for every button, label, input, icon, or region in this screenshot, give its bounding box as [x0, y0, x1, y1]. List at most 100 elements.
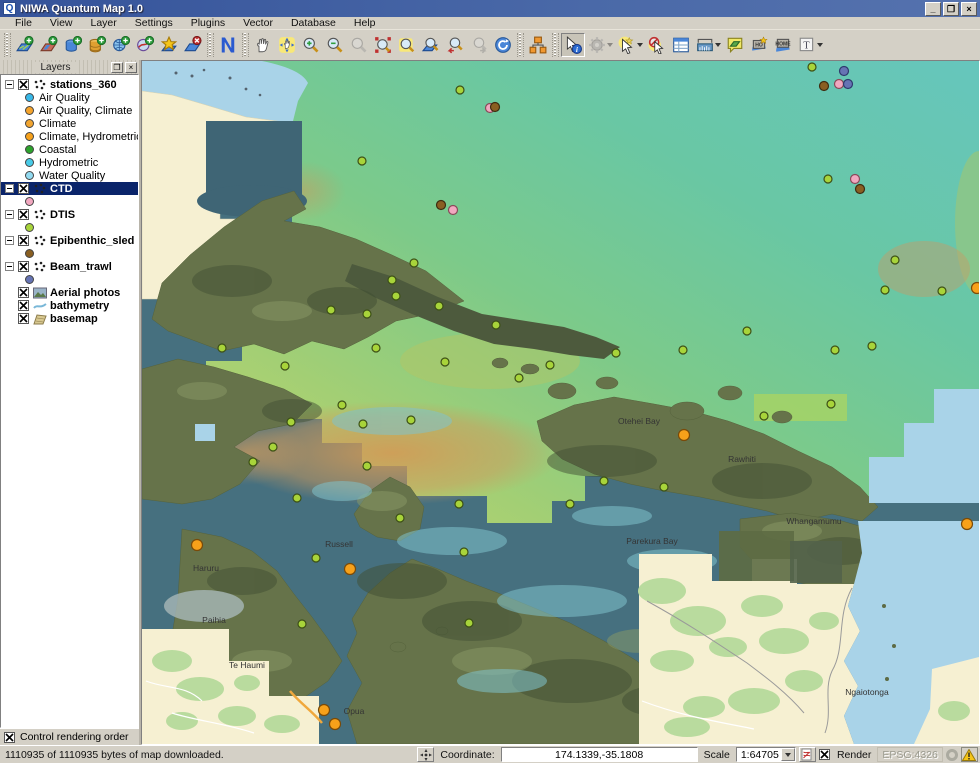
layer-visibility-checkbox[interactable]	[18, 300, 29, 311]
zoom-last-button[interactable]	[443, 33, 467, 57]
legend-row[interactable]: Hydrometric	[1, 156, 138, 169]
dtis-station-point[interactable]	[455, 500, 463, 508]
layer-visibility-checkbox[interactable]	[18, 313, 29, 324]
zoom-full-extent-button[interactable]	[371, 33, 395, 57]
dtis-station-point[interactable]	[281, 362, 289, 370]
dtis-station-point[interactable]	[743, 327, 751, 335]
layer-row-stations-360[interactable]: stations_360	[1, 78, 138, 91]
epibenthic-station-point[interactable]	[437, 201, 446, 210]
dtis-station-point[interactable]	[359, 420, 367, 428]
layer-row-ctd[interactable]: CTD	[1, 182, 138, 195]
open-attribute-table-button[interactable]	[669, 33, 693, 57]
layer-visibility-checkbox[interactable]	[18, 261, 29, 272]
zoom-native-button[interactable]	[347, 33, 371, 57]
stations-station-point[interactable]	[345, 564, 356, 575]
dtis-station-point[interactable]	[293, 494, 301, 502]
dtis-station-point[interactable]	[546, 361, 554, 369]
scale-dropdown-icon[interactable]	[781, 748, 795, 761]
coordinate-capture-icon[interactable]	[417, 747, 434, 762]
dtis-station-point[interactable]	[760, 412, 768, 420]
show-bookmarks-button[interactable]: HOME	[771, 33, 795, 57]
ctd-station-point[interactable]	[449, 206, 458, 215]
dtis-station-point[interactable]	[388, 276, 396, 284]
legend-row[interactable]: Coastal	[1, 143, 138, 156]
add-wfs-layer-button[interactable]	[133, 33, 157, 57]
toolbar-grip[interactable]	[552, 33, 559, 57]
ctd-station-point[interactable]	[835, 80, 844, 89]
beam-station-point[interactable]	[840, 67, 849, 76]
coordinate-field[interactable]: 174.1339,-35.1808	[501, 747, 698, 762]
add-wms-layer-button[interactable]	[109, 33, 133, 57]
add-database-layer-button[interactable]	[61, 33, 85, 57]
dtis-station-point[interactable]	[407, 416, 415, 424]
dtis-station-point[interactable]	[891, 256, 899, 264]
dtis-station-point[interactable]	[363, 310, 371, 318]
toolbar-grip[interactable]	[242, 33, 249, 57]
scale-combobox[interactable]: 1:64705	[736, 747, 796, 762]
dtis-station-point[interactable]	[441, 358, 449, 366]
dtis-station-point[interactable]	[269, 443, 277, 451]
dtis-station-point[interactable]	[312, 554, 320, 562]
new-shapefile-button[interactable]	[157, 33, 181, 57]
dtis-station-point[interactable]	[287, 418, 295, 426]
beam-station-point[interactable]	[844, 80, 853, 89]
dtis-station-point[interactable]	[938, 287, 946, 295]
dtis-station-point[interactable]	[868, 342, 876, 350]
minimize-button[interactable]: _	[925, 2, 941, 16]
zoom-next-button[interactable]	[467, 33, 491, 57]
niwa-logo-button[interactable]	[216, 33, 240, 57]
toolbar-grip[interactable]	[4, 33, 11, 57]
layer-visibility-checkbox[interactable]	[18, 79, 29, 90]
legend-row[interactable]: Water Quality	[1, 169, 138, 182]
layer-visibility-checkbox[interactable]	[18, 183, 29, 194]
dtis-station-point[interactable]	[298, 620, 306, 628]
menu-plugins[interactable]: Plugins	[182, 17, 234, 29]
toolbar-grip[interactable]	[517, 33, 524, 57]
remove-layer-button[interactable]	[181, 33, 205, 57]
dtis-station-point[interactable]	[249, 458, 257, 466]
tree-expander-icon[interactable]	[5, 210, 14, 219]
tree-expander-icon[interactable]	[5, 236, 14, 245]
render-checkbox[interactable]	[819, 749, 830, 760]
new-bookmark-button[interactable]: HO	[747, 33, 771, 57]
legend-row[interactable]	[1, 273, 138, 286]
toolbar-grip[interactable]	[207, 33, 214, 57]
menu-vector[interactable]: Vector	[234, 17, 282, 29]
menu-help[interactable]: Help	[345, 17, 385, 29]
legend-row[interactable]: Climate	[1, 117, 138, 130]
projection-icon[interactable]	[946, 749, 958, 761]
dtis-station-point[interactable]	[660, 483, 668, 491]
dtis-station-point[interactable]	[831, 346, 839, 354]
measure-button[interactable]	[693, 33, 723, 57]
dtis-station-point[interactable]	[827, 400, 835, 408]
select-features-button[interactable]	[615, 33, 645, 57]
pan-to-selection-button[interactable]	[275, 33, 299, 57]
map-tips-button[interactable]	[723, 33, 747, 57]
dtis-station-point[interactable]	[435, 302, 443, 310]
dtis-station-point[interactable]	[456, 86, 464, 94]
log-messages-button[interactable]	[961, 747, 978, 762]
legend-row[interactable]	[1, 221, 138, 234]
dtis-station-point[interactable]	[679, 346, 687, 354]
panel-close-icon[interactable]: ×	[125, 62, 137, 73]
tree-expander-icon[interactable]	[5, 262, 14, 271]
dtis-station-point[interactable]	[600, 477, 608, 485]
dtis-station-point[interactable]	[515, 374, 523, 382]
dtis-station-point[interactable]	[808, 63, 816, 71]
menu-file[interactable]: File	[6, 17, 41, 29]
identify-features-button[interactable]: i	[561, 33, 585, 57]
layer-row-dtis[interactable]: DTIS	[1, 208, 138, 221]
text-annotation-button[interactable]: T	[795, 33, 825, 57]
stations-station-point[interactable]	[330, 719, 341, 730]
tree-expander-icon[interactable]	[5, 184, 14, 193]
refresh-map-button[interactable]	[491, 33, 515, 57]
dtis-station-point[interactable]	[410, 259, 418, 267]
add-vector-layer-button[interactable]	[13, 33, 37, 57]
render-order-checkbox[interactable]	[4, 732, 15, 743]
stop-render-icon[interactable]	[799, 747, 816, 762]
legend-row[interactable]: Air Quality	[1, 91, 138, 104]
stations-station-point[interactable]	[319, 705, 330, 716]
layer-row-basemap[interactable]: basemap	[1, 312, 138, 325]
dtis-station-point[interactable]	[327, 306, 335, 314]
layer-row-epibenthic-sled[interactable]: Epibenthic_sled	[1, 234, 138, 247]
